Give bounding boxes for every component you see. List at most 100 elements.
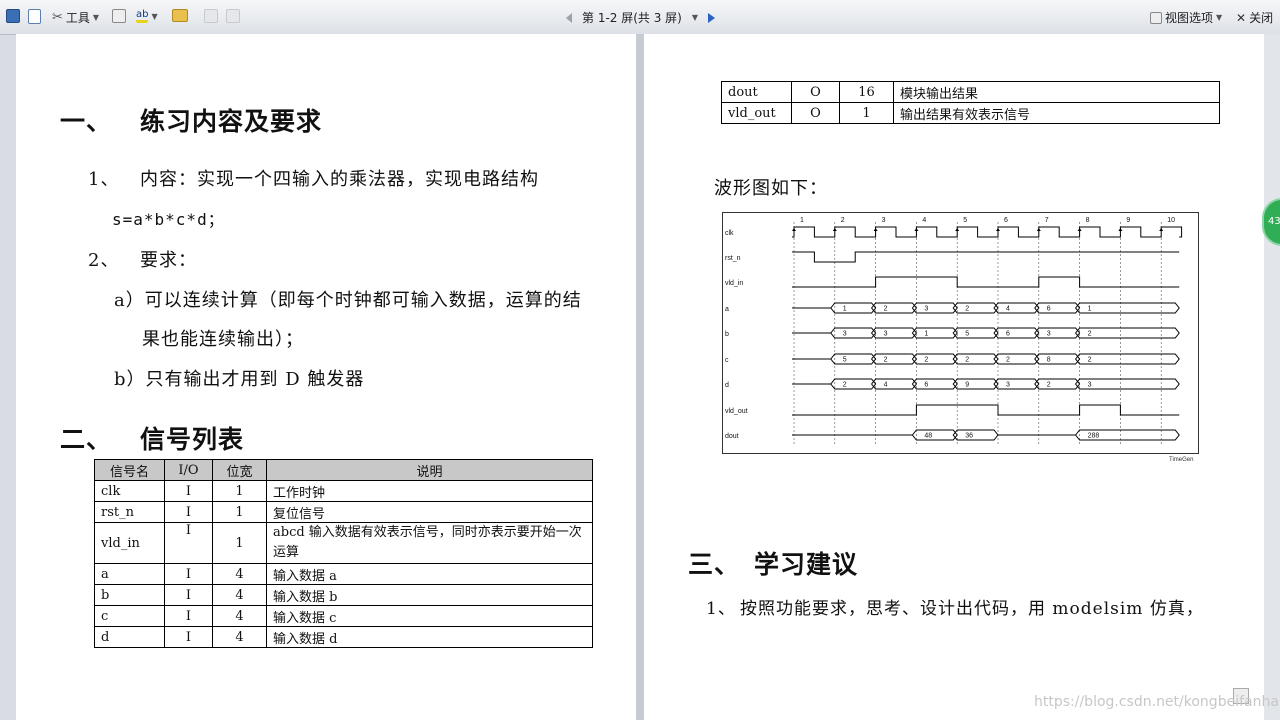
timegen-label: TimeGen (1169, 457, 1193, 463)
table-cell: d (94, 626, 165, 648)
item-text: 按照功能要求，思考、设计出代码，用 modelsim 仿真， (740, 599, 1204, 619)
section-number: 二、 (60, 425, 113, 454)
eraser-button-disabled[interactable] (226, 9, 240, 23)
bus-value: 2 (843, 382, 847, 389)
previous-screen-icon[interactable] (566, 12, 572, 23)
chevron-down-icon: ▼ (1216, 13, 1223, 22)
table-cell: 16 (839, 81, 894, 103)
clock-number: 4 (922, 217, 926, 224)
bus-value: 1 (1088, 306, 1092, 313)
bus-value: 2 (965, 306, 969, 313)
section-title: 信号列表 (140, 425, 245, 454)
table-cell: 1 (212, 480, 267, 502)
table-header: 位宽 (212, 459, 267, 481)
table-cell: 模块输出结果 (893, 81, 1220, 103)
bus-value: 2 (884, 357, 888, 364)
scroll-area[interactable] (1264, 34, 1280, 720)
edit-button-disabled[interactable] (204, 9, 218, 23)
signal-label: vld_in (725, 280, 743, 287)
research-icon (112, 9, 126, 23)
signal-label: rst_n (725, 255, 741, 262)
section-heading-3: 三、 学习建议 (688, 545, 858, 581)
table-cell: b (94, 584, 165, 606)
table-cell: 输入数据 c (266, 605, 593, 627)
clock-number: 2 (841, 217, 845, 224)
watermark: https://blog.csdn.net/kongbeifanhai (1034, 694, 1280, 710)
table-cell: dout (721, 81, 792, 103)
bus-value: 6 (1006, 331, 1010, 338)
save-button[interactable] (6, 9, 20, 23)
table-row: a I 4 输入数据 a (94, 563, 593, 585)
page-status[interactable]: 第 1-2 屏(共 3 屏) (582, 9, 682, 26)
item-number: 2、 (88, 250, 120, 271)
item-number: 1、 (706, 599, 736, 619)
table-cell: I (164, 605, 213, 627)
bus-value: 5 (965, 331, 969, 338)
text-highlight-icon: ab (136, 9, 149, 23)
view-options-label: 视图选项 (1165, 11, 1214, 25)
table-cell: I (164, 563, 213, 585)
page-navigation: 第 1-2 屏(共 3 屏) ▼ (566, 9, 716, 26)
table-cell: 4 (212, 626, 267, 648)
clock-number: 10 (1167, 217, 1175, 224)
requirement-a-line1: a）可以连续计算（即每个时钟都可输入数据，运算的结 (114, 290, 582, 311)
table-cell: rst_n (94, 501, 165, 523)
table-cell: 复位信号 (266, 501, 593, 523)
table-cell: 输出结果有效表示信号 (893, 102, 1220, 124)
tools-menu[interactable]: ✂ 工具 ▼ (52, 9, 99, 26)
suggestion-item-1: 1、 按照功能要求，思考、设计出代码，用 modelsim 仿真， (706, 594, 1204, 619)
section-number: 一、 (60, 107, 113, 136)
table-cell: clk (94, 480, 165, 502)
signal-table-continued: dout O 16 模块输出结果 vld_out O 1 输出结果有效表示信号 (721, 81, 1220, 124)
section-heading-1: 一、 练习内容及要求 (60, 102, 322, 138)
clock-number: 5 (963, 217, 967, 224)
bus-value: 5 (843, 357, 847, 364)
print-preview-icon (28, 9, 41, 24)
save-icon (6, 9, 20, 23)
bus-value: 36 (965, 433, 973, 440)
signal-label: a (725, 306, 729, 313)
waveform-diagram: 1 2 3 4 5 6 7 8 9 10 clk rst_n vld_ina b c d vld_outdou… (722, 212, 1199, 463)
bus-value: 288 (1088, 433, 1100, 440)
section-number: 三、 (688, 550, 741, 579)
table-row: c I 4 输入数据 c (94, 605, 593, 627)
table-cell: a (94, 563, 165, 585)
table-cell: 1 (212, 522, 267, 564)
table-cell: 4 (212, 563, 267, 585)
chevron-down-icon[interactable]: ▼ (692, 13, 698, 22)
signal-label: vld_out (725, 408, 748, 415)
bus-value: 2 (924, 357, 928, 364)
print-preview-button[interactable] (28, 9, 41, 24)
view-options-menu[interactable]: 视图选项 ▼ (1150, 9, 1222, 26)
next-screen-icon[interactable] (708, 12, 716, 23)
bus-value: 3 (1047, 331, 1051, 338)
research-button[interactable] (112, 9, 126, 23)
bus-value: 2 (884, 306, 888, 313)
bus-value: 6 (1047, 306, 1051, 313)
bus-value: 6 (924, 382, 928, 389)
table-cell: I (164, 584, 213, 606)
table-cell: I (164, 501, 213, 523)
table-header: 说明 (266, 459, 593, 481)
bus-value: 1 (843, 306, 847, 313)
reading-toolbar: ✂ 工具 ▼ ab ▼ 第 1-2 屏(共 3 屏) ▼ 视图选项 ▼ ✕ 关闭 (0, 0, 1280, 35)
table-header: I/O (164, 459, 213, 481)
bus-value: 1 (924, 331, 928, 338)
bus-value: 3 (1006, 382, 1010, 389)
table-row: vld_out O 1 输出结果有效表示信号 (721, 102, 1220, 124)
bus-value: 8 (1047, 357, 1051, 364)
item-text: 要求： (140, 250, 197, 271)
section-title: 练习内容及要求 (140, 107, 323, 136)
section-title: 学习建议 (754, 550, 859, 579)
highlight-button[interactable]: ab ▼ (136, 9, 158, 23)
table-cell: I (164, 626, 213, 648)
clock-number: 1 (800, 217, 804, 224)
table-row: clk I 1 工作时钟 (94, 480, 593, 502)
table-cell: I (164, 480, 213, 502)
open-folder-button[interactable] (172, 9, 188, 22)
bus-value: 2 (1006, 357, 1010, 364)
table-cell: vld_in (94, 522, 165, 564)
close-button[interactable]: ✕ 关闭 (1236, 9, 1273, 26)
table-cell: 输入数据 a (266, 563, 593, 585)
bus-value: 4 (1006, 306, 1010, 313)
